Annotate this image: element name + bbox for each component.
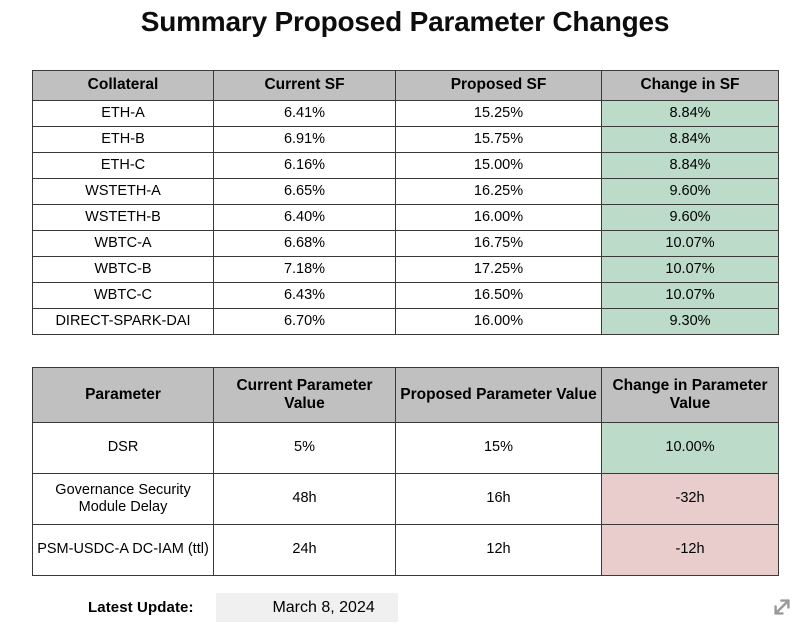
cell-current-sf: 6.68% <box>213 230 396 257</box>
table-header-row: Collateral Current SF Proposed SF Change… <box>32 70 779 101</box>
cell-parameter: Governance Security Module Delay <box>32 473 214 525</box>
column-header-change-value: Change in Parameter Value <box>601 367 779 423</box>
table-header-row: Parameter Current Parameter Value Propos… <box>32 367 779 423</box>
cell-change-sf: 9.30% <box>601 308 779 335</box>
stability-fee-table: Collateral Current SF Proposed SF Change… <box>32 70 779 335</box>
cell-current-sf: 6.91% <box>213 126 396 153</box>
table-row: ETH-A 6.41% 15.25% 8.84% <box>32 100 779 127</box>
table-row: ETH-B 6.91% 15.75% 8.84% <box>32 126 779 153</box>
cell-change-sf: 10.07% <box>601 282 779 309</box>
parameter-table: Parameter Current Parameter Value Propos… <box>32 367 779 576</box>
latest-update-label: Latest Update: <box>88 599 194 616</box>
cell-collateral: ETH-A <box>32 100 214 127</box>
cell-proposed-value: 15% <box>395 422 602 474</box>
cell-proposed-sf: 16.50% <box>395 282 602 309</box>
cell-change-sf: 9.60% <box>601 178 779 205</box>
cell-current-value: 24h <box>213 524 396 576</box>
table-row: WSTETH-B 6.40% 16.00% 9.60% <box>32 204 779 231</box>
column-header-current-sf: Current SF <box>213 70 396 101</box>
latest-update-row: Latest Update: March 8, 2024 <box>88 593 398 622</box>
expand-diagonal-arrows-icon[interactable] <box>768 593 796 621</box>
cell-change-sf: 9.60% <box>601 204 779 231</box>
cell-parameter: DSR <box>32 422 214 474</box>
cell-change-value: 10.00% <box>601 422 779 474</box>
cell-proposed-sf: 17.25% <box>395 256 602 283</box>
cell-proposed-value: 16h <box>395 473 602 525</box>
table-row: PSM-USDC-A DC-IAM (ttl) 24h 12h -12h <box>32 524 779 576</box>
cell-change-sf: 10.07% <box>601 256 779 283</box>
column-header-change-sf: Change in SF <box>601 70 779 101</box>
column-header-current-value: Current Parameter Value <box>213 367 396 423</box>
cell-collateral: ETH-B <box>32 126 214 153</box>
cell-collateral: WSTETH-A <box>32 178 214 205</box>
column-header-parameter: Parameter <box>32 367 214 423</box>
table-row: WBTC-C 6.43% 16.50% 10.07% <box>32 282 779 309</box>
cell-change-value: -32h <box>601 473 779 525</box>
table-row: Governance Security Module Delay 48h 16h -3… <box>32 473 779 525</box>
page-title: Summary Proposed Parameter Changes <box>140 6 670 37</box>
table-row: DSR 5% 15% 10.00% <box>32 422 779 474</box>
cell-proposed-sf: 15.00% <box>395 152 602 179</box>
cell-change-value: -12h <box>601 524 779 576</box>
cell-collateral: WSTETH-B <box>32 204 214 231</box>
cell-current-value: 5% <box>213 422 396 474</box>
cell-collateral: WBTC-C <box>32 282 214 309</box>
table-row: ETH-C 6.16% 15.00% 8.84% <box>32 152 779 179</box>
cell-proposed-sf: 15.25% <box>395 100 602 127</box>
cell-current-sf: 6.16% <box>213 152 396 179</box>
cell-proposed-sf: 16.00% <box>395 204 602 231</box>
latest-update-value: March 8, 2024 <box>215 593 398 622</box>
parameter-table-body: DSR 5% 15% 10.00% Governance Security Module… <box>32 422 779 576</box>
cell-proposed-sf: 16.75% <box>395 230 602 257</box>
column-header-proposed-sf: Proposed SF <box>395 70 602 101</box>
cell-proposed-sf: 16.25% <box>395 178 602 205</box>
table-row: WBTC-A 6.68% 16.75% 10.07% <box>32 230 779 257</box>
cell-current-sf: 6.65% <box>213 178 396 205</box>
cell-collateral: ETH-C <box>32 152 214 179</box>
stability-fee-table-body: ETH-A 6.41% 15.25% 8.84% ETH-B 6.91% 15.75% 8.8… <box>32 100 779 335</box>
cell-collateral: WBTC-B <box>32 256 214 283</box>
cell-change-sf: 8.84% <box>601 126 779 153</box>
cell-change-sf: 8.84% <box>601 100 779 127</box>
column-header-collateral: Collateral <box>32 70 214 101</box>
cell-current-sf: 6.41% <box>213 100 396 127</box>
cell-proposed-sf: 16.00% <box>395 308 602 335</box>
cell-collateral: DIRECT-SPARK-DAI <box>32 308 214 335</box>
cell-change-sf: 10.07% <box>601 230 779 257</box>
cell-proposed-value: 12h <box>395 524 602 576</box>
table-row: DIRECT-SPARK-DAI 6.70% 16.00% 9.30% <box>32 308 779 335</box>
cell-proposed-sf: 15.75% <box>395 126 602 153</box>
cell-current-sf: 6.70% <box>213 308 396 335</box>
cell-current-value: 48h <box>213 473 396 525</box>
cell-change-sf: 8.84% <box>601 152 779 179</box>
cell-parameter: PSM-USDC-A DC-IAM (ttl) <box>32 524 214 576</box>
cell-current-sf: 6.40% <box>213 204 396 231</box>
cell-current-sf: 7.18% <box>213 256 396 283</box>
table-row: WSTETH-A 6.65% 16.25% 9.60% <box>32 178 779 205</box>
cell-current-sf: 6.43% <box>213 282 396 309</box>
table-row: WBTC-B 7.18% 17.25% 10.07% <box>32 256 779 283</box>
cell-collateral: WBTC-A <box>32 230 214 257</box>
column-header-proposed-value: Proposed Parameter Value <box>395 367 602 423</box>
